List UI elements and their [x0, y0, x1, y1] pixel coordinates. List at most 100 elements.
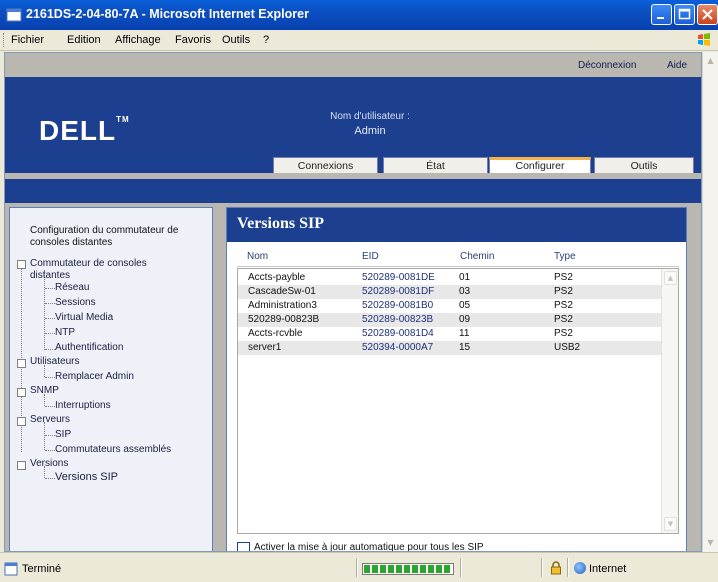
tree-expander-snmp[interactable]	[17, 388, 26, 397]
tab-configure[interactable]: Configurer	[489, 157, 591, 173]
table-row[interactable]: server1 520394-0000A7 15 USB2	[238, 341, 662, 355]
scroll-down-icon[interactable]: ▼	[704, 536, 717, 550]
menu-favorites[interactable]: Favoris	[175, 34, 211, 46]
menu-edit[interactable]: Edition	[67, 34, 101, 46]
cell-eid: 520289-0081DF	[362, 286, 435, 297]
tree-node-versions[interactable]: Versions	[30, 458, 68, 469]
cell-type: PS2	[554, 272, 573, 283]
tab-state[interactable]: État	[383, 157, 488, 173]
sip-list[interactable]: Accts-payble 520289-0081DE 01 PS2 Cascad…	[237, 268, 679, 534]
help-link[interactable]: Aide	[667, 60, 687, 71]
cell-eid: 520289-0081DE	[362, 272, 435, 283]
window-title: 2161DS-2-04-80-7A - Microsoft Internet E…	[26, 7, 309, 21]
dell-logo: DELLTM	[39, 115, 130, 146]
tree-node-sessions[interactable]: Sessions	[55, 297, 96, 308]
tree-expander-switch[interactable]	[17, 260, 26, 269]
tab-underline	[5, 173, 701, 179]
close-button[interactable]	[697, 4, 718, 25]
username-label: Nom d'utilisateur :	[330, 111, 410, 122]
scroll-up-icon[interactable]: ▲	[664, 271, 677, 285]
cell-type: PS2	[554, 314, 573, 325]
cell-type: PS2	[554, 286, 573, 297]
page-title: Versions SIP	[237, 215, 324, 232]
username-value: Admin	[354, 125, 386, 137]
status-divider	[460, 558, 462, 577]
tab-connections[interactable]: Connexions	[273, 157, 378, 173]
cell-eid: 520289-0081D4	[362, 328, 434, 339]
cell-path: 09	[459, 314, 471, 325]
column-header-type[interactable]: Type	[554, 251, 576, 262]
table-row[interactable]: CascadeSw-01 520289-0081DF 03 PS2	[238, 285, 662, 299]
table-row[interactable]: Accts-payble 520289-0081DE 01 PS2	[238, 271, 662, 285]
tree-branch	[45, 435, 55, 436]
cell-name: Accts-rcvble	[248, 328, 303, 339]
minimize-button[interactable]	[651, 4, 672, 25]
table-row[interactable]: Administration3 520289-0081B0 05 PS2	[238, 299, 662, 313]
tree-node-snmp[interactable]: SNMP	[30, 385, 59, 396]
tree-node-servers[interactable]: Serveurs	[30, 414, 70, 425]
browser-viewport: Déconnexion Aide DELLTM Nom d'utilisateu…	[4, 52, 702, 552]
table-row[interactable]: Accts-rcvble 520289-0081D4 11 PS2	[238, 327, 662, 341]
tree-branch	[45, 333, 55, 334]
scroll-up-icon[interactable]: ▲	[704, 54, 717, 68]
tree-node-virtual-media[interactable]: Virtual Media	[55, 312, 113, 323]
windows-logo-icon	[698, 33, 710, 46]
status-bar: Terminé Internet	[0, 552, 718, 582]
content-area: Configuration du commutateur de consoles…	[5, 203, 701, 551]
ie-page-icon	[6, 8, 22, 22]
tree-branch	[45, 406, 55, 407]
column-header-eid[interactable]: EID	[362, 251, 379, 262]
navigation-panel: Configuration du commutateur de consoles…	[9, 207, 213, 551]
tree-node-network[interactable]: Réseau	[55, 282, 89, 293]
close-icon	[702, 9, 713, 20]
list-scrollbar[interactable]: ▲ ▼	[661, 269, 678, 533]
tree-node-users[interactable]: Utilisateurs	[30, 356, 79, 367]
tree-line	[44, 422, 45, 450]
cell-path: 15	[459, 342, 471, 353]
tree-expander-servers[interactable]	[17, 417, 26, 426]
tree-node-switch[interactable]: Commutateur de consoles	[30, 258, 147, 269]
toolbar-grip[interactable]	[3, 33, 7, 47]
page-scrollbar[interactable]: ▲ ▼	[702, 52, 718, 552]
tree-branch	[45, 450, 55, 451]
menu-view[interactable]: Affichage	[115, 34, 161, 46]
menu-help[interactable]: ?	[263, 34, 269, 46]
tree-node-switch-cont[interactable]: distantes	[30, 270, 70, 281]
logout-link[interactable]: Déconnexion	[578, 60, 636, 71]
tree-node-sip[interactable]: SIP	[55, 429, 71, 440]
progress-bar	[362, 563, 454, 575]
cell-name: Administration3	[248, 300, 317, 311]
tree-node-traps[interactable]: Interruptions	[55, 400, 111, 411]
progress-fill	[364, 565, 452, 573]
tree-node-authentication[interactable]: Authentification	[55, 342, 123, 353]
panel-header: Versions SIP	[227, 208, 686, 242]
tab-tools[interactable]: Outils	[594, 157, 694, 173]
tree-branch	[45, 349, 55, 350]
cell-path: 03	[459, 286, 471, 297]
lock-icon	[551, 561, 561, 575]
column-header-name[interactable]: Nom	[247, 251, 268, 262]
tree-node-cascaded-switches[interactable]: Commutateurs assemblés	[55, 444, 171, 455]
auto-update-checkbox[interactable]	[237, 542, 250, 551]
cell-name: 520289-00823B	[248, 314, 320, 325]
header-divider	[237, 266, 679, 267]
tree-expander-versions[interactable]	[17, 461, 26, 470]
maximize-button[interactable]	[674, 4, 695, 25]
tree-node-ntp[interactable]: NTP	[55, 327, 75, 338]
menu-tools[interactable]: Outils	[222, 34, 250, 46]
tree-node-replace-admin[interactable]: Remplacer Admin	[55, 371, 134, 382]
status-divider	[356, 558, 358, 577]
tree-node-sip-versions[interactable]: Versions SIP	[55, 471, 118, 483]
tree-branch	[45, 318, 55, 319]
tree-branch	[45, 288, 55, 289]
internet-zone-icon	[574, 562, 586, 574]
tree-expander-users[interactable]	[17, 359, 26, 368]
column-header-path[interactable]: Chemin	[460, 251, 494, 262]
cell-path: 05	[459, 300, 471, 311]
table-row[interactable]: 520289-00823B 520289-00823B 09 PS2	[238, 313, 662, 327]
cell-name: CascadeSw-01	[248, 286, 316, 297]
navigation-title: Configuration du commutateur de consoles…	[30, 225, 179, 248]
window-title-bar[interactable]: 2161DS-2-04-80-7A - Microsoft Internet E…	[0, 0, 718, 30]
scroll-down-icon[interactable]: ▼	[664, 517, 677, 531]
menu-file[interactable]: Fichier	[11, 34, 44, 46]
